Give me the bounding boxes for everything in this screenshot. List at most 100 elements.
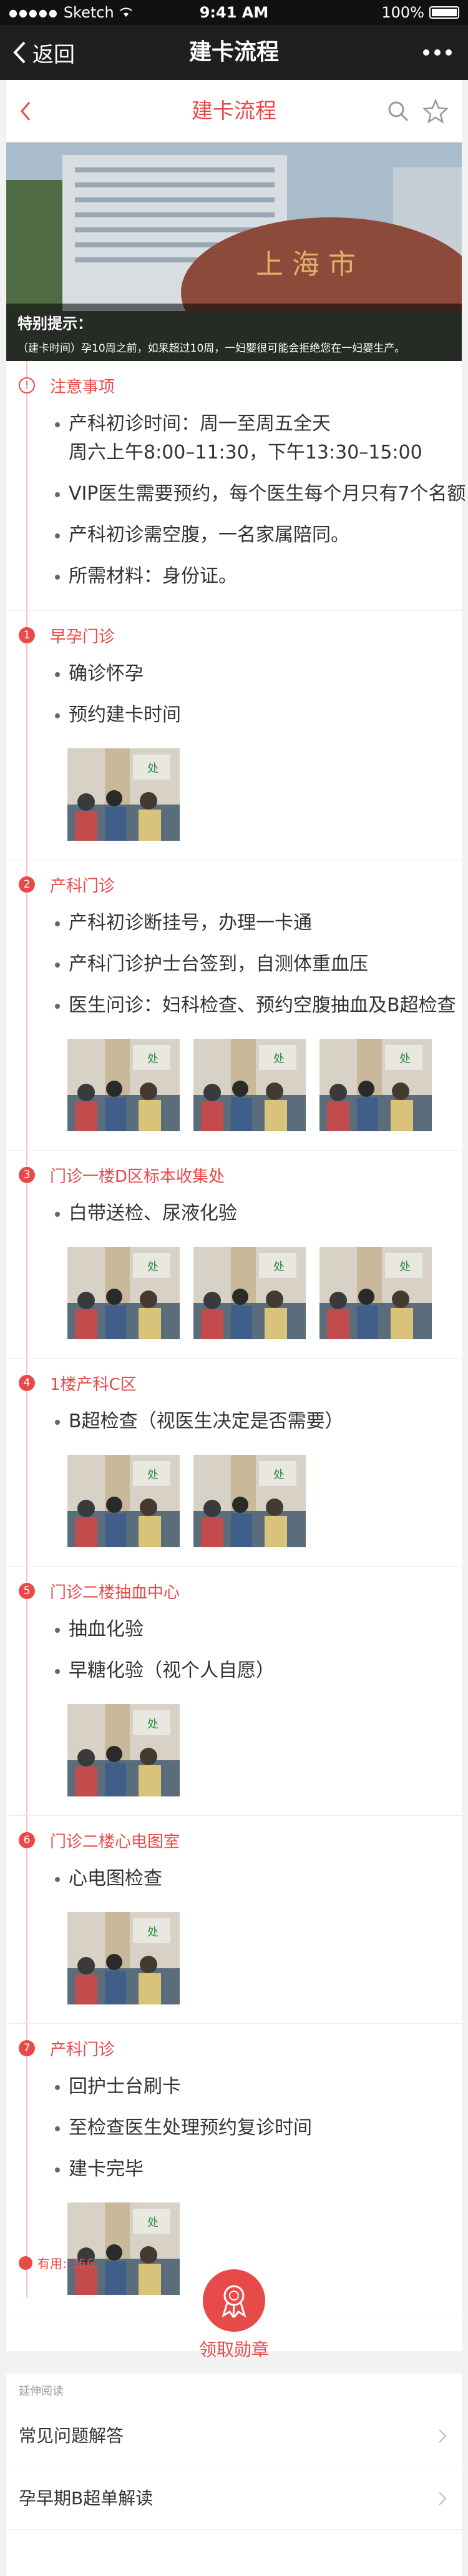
- step-section: 4 1楼产科C区 B超检查（视医生决定是否需要） 处 处: [6, 1359, 462, 1567]
- photo-image: 处: [193, 1039, 306, 1131]
- claim-medal-button[interactable]: [203, 2269, 265, 2332]
- list-item: 产科初诊需空腹，一名家属陪同。: [50, 521, 462, 550]
- extended-reading: 延伸阅读 常见问题解答 孕早期B超单解读: [6, 2374, 462, 2576]
- step-section: 3 门诊一楼D区标本收集处白带送检、尿液化验处 处 处: [6, 1151, 462, 1359]
- claim-medal-label: 领取勋章: [198, 2339, 269, 2360]
- step-number-badge: 4: [19, 1375, 35, 1391]
- battery-percent: 100%: [381, 4, 424, 21]
- search-icon[interactable]: [387, 100, 409, 122]
- steps-list: ! 注意事项 产科初诊时间：周一至周五全天 周六上午8:00–11:30，下午1…: [6, 361, 466, 2314]
- step-section: 2 产科门诊 产科初诊断挂号，办理一卡通 产科门诊护士台签到，自测体重血压 医生问诊：妇…: [6, 860, 462, 1151]
- star-icon[interactable]: [423, 99, 448, 124]
- step-photo[interactable]: 处: [67, 1039, 180, 1131]
- photo-sign-text: 处: [147, 1718, 158, 1731]
- list-item: 建卡完毕: [50, 2155, 462, 2184]
- notice-badge: !: [19, 377, 35, 394]
- photo-sign-text: 处: [147, 1053, 158, 1066]
- list-item: 抽血化验: [50, 1615, 462, 1644]
- step-title: 产科门诊: [50, 876, 115, 896]
- special-tip: 特别提示： （建卡时间）孕10周之前，如果超过10周，一妇婴很可能会拒绝您在一妇…: [6, 304, 462, 361]
- step-title: 门诊二楼心电图室: [50, 1832, 180, 1851]
- step-title: 产科门诊: [50, 2040, 115, 2059]
- link-bscan-report[interactable]: 孕早期B超单解读: [6, 2467, 462, 2530]
- list-item: 产科初诊时间：周一至周五全天 周六上午8:00–11:30，下午13:30–15…: [50, 410, 462, 467]
- notice-title: 注意事项: [50, 377, 115, 397]
- photo-sign-text: 处: [147, 1261, 158, 1274]
- step-photo[interactable]: 处: [67, 1912, 180, 2004]
- more-dot-icon: [446, 49, 452, 56]
- photo-sign-text: 处: [147, 2216, 158, 2229]
- battery-icon: [429, 6, 459, 19]
- list-item: VIP医生需要预约，每个医生每个月只有7个名额: [50, 480, 466, 508]
- step-number-badge: 3: [19, 1167, 35, 1183]
- photo-sign-text: 处: [399, 1053, 411, 1066]
- step-photo[interactable]: 处: [319, 1247, 432, 1339]
- photo-image: 处: [67, 1039, 180, 1131]
- photo-image: 处: [193, 1247, 306, 1339]
- list-item: 回护士台刷卡: [50, 2073, 462, 2101]
- svg-text:上 海 市: 上 海 市: [256, 249, 356, 280]
- photo-image: 处: [67, 1704, 180, 1796]
- list-item: 确诊怀孕: [50, 660, 462, 688]
- useful-counter[interactable]: 有用: 356: [19, 2254, 94, 2272]
- hero-image: 上 海 市 特别提示： （建卡时间）孕10周之前，如果超过10周，一妇婴很可能会…: [6, 142, 462, 361]
- photo-image: 处: [67, 1247, 180, 1339]
- link-faq[interactable]: 常见问题解答: [6, 2405, 462, 2467]
- chevron-left-icon: [13, 41, 26, 64]
- sub-header: 建卡流程: [6, 80, 462, 142]
- more-button[interactable]: [423, 25, 452, 80]
- tip-title: 特别提示：: [17, 315, 92, 332]
- back-label: 返回: [32, 42, 75, 67]
- step-photo[interactable]: 处: [67, 1455, 180, 1547]
- list-item: 医生问诊：妇科检查、预约空腹抽血及B超检查: [50, 991, 462, 1020]
- step-photo[interactable]: 处: [67, 2202, 180, 2295]
- step-title: 早孕门诊: [50, 627, 115, 646]
- step-photo[interactable]: 处: [67, 1247, 180, 1339]
- list-item: B超检查（视医生决定是否需要）: [50, 1407, 462, 1436]
- step-title: 门诊一楼D区标本收集处: [50, 1167, 225, 1186]
- list-item: 至检查医生处理预约复诊时间: [50, 2114, 462, 2143]
- step-photo[interactable]: 处: [193, 1039, 306, 1131]
- tip-text: （建卡时间）孕10周之前，如果超过10周，一妇婴很可能会拒绝您在一妇婴生产。: [17, 342, 406, 355]
- back-button[interactable]: 返回: [12, 25, 75, 80]
- step-photo[interactable]: 处: [319, 1039, 432, 1131]
- step-photo[interactable]: 处: [193, 1247, 306, 1339]
- list-item: 产科初诊断挂号，办理一卡通: [50, 909, 462, 938]
- photo-image: 处: [319, 1247, 432, 1339]
- photo-sign-text: 处: [273, 1261, 285, 1274]
- step-photo[interactable]: 处: [67, 1704, 180, 1796]
- step-number-badge: 5: [19, 1583, 35, 1599]
- step-number-badge: 6: [19, 1832, 35, 1848]
- list-item: 白带送检、尿液化验: [50, 1199, 462, 1228]
- step-number-badge: 1: [19, 627, 35, 643]
- list-item: 所需材料：身份证。: [50, 562, 462, 591]
- useful-label: 有用: 356: [37, 2256, 95, 2271]
- more-dot-icon: [434, 49, 441, 56]
- list-item: 预约建卡时间: [50, 701, 462, 730]
- medal-icon: [222, 2285, 246, 2318]
- step-number-badge: 7: [19, 2040, 35, 2056]
- step-section: 1 早孕门诊确诊怀孕预约建卡时间处: [6, 611, 462, 860]
- list-item: 心电图检查: [50, 1865, 462, 1893]
- photo-image: 处: [67, 2202, 180, 2295]
- step-section: 6 门诊二楼心电图室心电图检查处: [6, 1816, 462, 2024]
- like-icon: [19, 2256, 32, 2270]
- step-container: 1 早孕门诊 确诊怀孕 预约建卡时间处 2 产科门诊 产科初诊断挂号，办理一卡通 产科门诊护士…: [6, 611, 462, 2314]
- photo-image: 处: [67, 748, 180, 841]
- step-photo[interactable]: 处: [67, 748, 180, 841]
- step-photo[interactable]: 处: [193, 1455, 306, 1547]
- photo-image: 处: [193, 1455, 306, 1547]
- step-title: 1楼产科C区: [50, 1375, 137, 1394]
- photo-sign-text: 处: [147, 1926, 158, 1939]
- photo-image: 处: [67, 1455, 180, 1547]
- extended-caption: 延伸阅读: [19, 2385, 64, 2398]
- photo-image: 处: [67, 1912, 180, 2004]
- photo-sign-text: 处: [147, 762, 158, 775]
- photo-sign-text: 处: [273, 1469, 285, 1482]
- navigation-bar: 返回 建卡流程: [0, 25, 468, 80]
- step-title: 门诊二楼抽血中心: [50, 1583, 180, 1602]
- chevron-right-icon: [439, 2429, 447, 2443]
- chevron-right-icon: [439, 2492, 447, 2505]
- step-section: 5 门诊二楼抽血中心抽血化验早糖化验（视个人自愿） 处: [6, 1567, 462, 1816]
- list-item: 早糖化验（视个人自愿）: [50, 1657, 462, 1685]
